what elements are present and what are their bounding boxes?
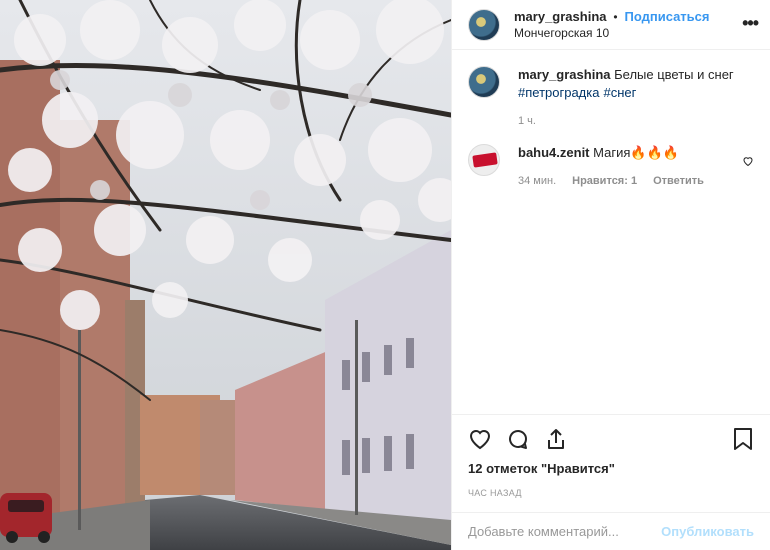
- heart-icon[interactable]: [468, 427, 492, 451]
- reply-button[interactable]: Ответить: [653, 172, 704, 190]
- separator-dot: •: [613, 10, 618, 24]
- caption-username[interactable]: mary_grashina: [518, 67, 611, 82]
- post-header: mary_grashina • Подписаться Мончегорская…: [452, 0, 770, 50]
- likes-count[interactable]: 12 отметок "Нравится": [468, 461, 754, 476]
- commenter-avatar[interactable]: [468, 144, 500, 176]
- share-icon[interactable]: [544, 427, 568, 451]
- post-actions: 12 отметок "Нравится" ЧАС НАЗАД: [452, 414, 770, 498]
- caption-meta: 1 ч.: [518, 112, 734, 130]
- caption-avatar[interactable]: [468, 66, 500, 98]
- author-avatar[interactable]: [468, 8, 500, 41]
- comment-input[interactable]: Добавьте комментарий...: [468, 524, 661, 539]
- comment-username[interactable]: bahu4.zenit: [518, 145, 590, 160]
- hashtag-link[interactable]: #снег: [603, 85, 636, 100]
- publish-button[interactable]: Опубликовать: [661, 524, 754, 539]
- comment-icon[interactable]: [506, 427, 530, 451]
- caption-text: Белые цветы и снег: [614, 67, 734, 82]
- bookmark-icon[interactable]: [732, 427, 754, 451]
- post-photo[interactable]: [0, 0, 451, 550]
- comment-item: bahu4.zenit Магия🔥🔥🔥 34 мин. Нравится: 1…: [468, 144, 754, 190]
- comment-like-heart-icon[interactable]: [742, 154, 754, 170]
- author-meta: mary_grashina • Подписаться Мончегорская…: [514, 8, 710, 41]
- post-location[interactable]: Мончегорская 10: [514, 25, 710, 41]
- action-icons: [468, 415, 754, 463]
- caption-item: mary_grashina Белые цветы и снег #петрог…: [468, 66, 754, 130]
- fire-emoji: 🔥🔥🔥: [630, 145, 679, 160]
- street-photo: [0, 0, 451, 550]
- posted-time[interactable]: ЧАС НАЗАД: [468, 488, 754, 498]
- caption-body: mary_grashina Белые цветы и снег #петрог…: [518, 66, 734, 130]
- comment-text: Магия: [593, 145, 631, 160]
- comments-list: mary_grashina Белые цветы и снег #петрог…: [452, 50, 770, 220]
- caption-hashtags: #петроградка #снег: [518, 84, 734, 102]
- comment-time[interactable]: 34 мин.: [518, 172, 556, 190]
- comment-meta: 34 мин. Нравится: 1 Ответить: [518, 172, 704, 190]
- author-username[interactable]: mary_grashina: [514, 9, 607, 24]
- more-icon[interactable]: •••: [742, 13, 759, 34]
- comment-likes[interactable]: Нравится: 1: [572, 172, 637, 190]
- follow-button[interactable]: Подписаться: [624, 9, 709, 24]
- add-comment-bar: Добавьте комментарий... Опубликовать: [452, 512, 770, 550]
- post-side-panel: mary_grashina • Подписаться Мончегорская…: [451, 0, 770, 550]
- comment-body: bahu4.zenit Магия🔥🔥🔥 34 мин. Нравится: 1…: [518, 144, 704, 190]
- hashtag-link[interactable]: #петроградка: [518, 85, 599, 100]
- caption-time[interactable]: 1 ч.: [518, 112, 536, 130]
